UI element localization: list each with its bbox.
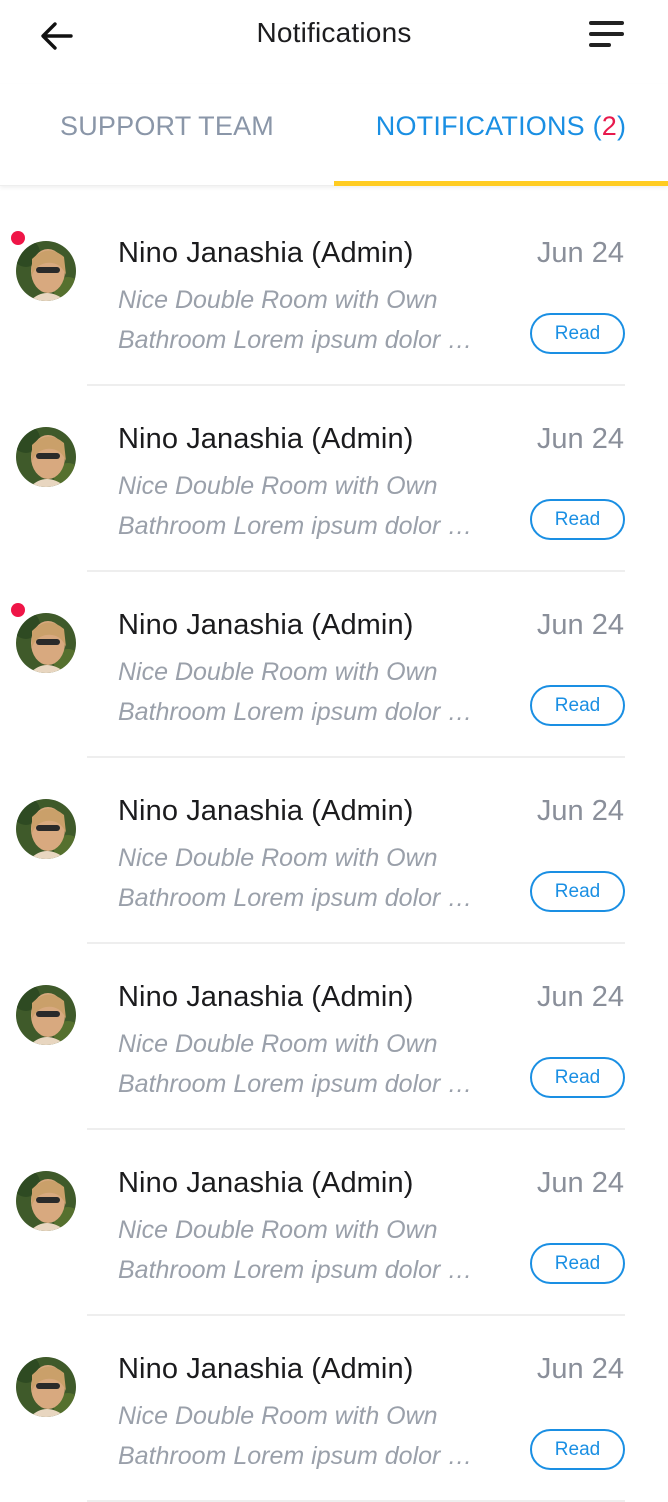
message-line-1: Nice Double Room with Own [118, 472, 438, 500]
avatar [16, 427, 76, 487]
message-line-2: Bathroom Lorem ipsum dolor sit amet [118, 698, 478, 726]
notification-item[interactable]: Nino Janashia (Admin) Jun 24 Nice Double… [0, 1316, 668, 1502]
message-line-1: Nice Double Room with Own [118, 1030, 438, 1058]
message-line-2: Bathroom Lorem ipsum dolor sit amet [118, 512, 478, 540]
message-line-1: Nice Double Room with Own [118, 658, 438, 686]
notification-date: Jun 24 [536, 423, 624, 455]
sender-name: Nino Janashia (Admin) [118, 981, 414, 1013]
notification-list: Nino Janashia (Admin) Jun 24 Nice Double… [0, 200, 668, 1502]
tab-bar: SUPPORT TEAM NOTIFICATIONS (2) [0, 84, 668, 186]
avatar [16, 613, 76, 673]
tab-notifications[interactable]: NOTIFICATIONS (2) [334, 84, 668, 186]
message-line-2: Bathroom Lorem ipsum dolor sit amet [118, 884, 478, 912]
avatar [16, 1357, 76, 1417]
avatar [16, 1171, 76, 1231]
notification-date: Jun 24 [536, 1353, 624, 1385]
message-line-2: Bathroom Lorem ipsum dolor sit amet [118, 1070, 478, 1098]
avatar [16, 985, 76, 1045]
read-button[interactable]: Read [530, 313, 625, 354]
message-line-1: Nice Double Room with Own [118, 1402, 438, 1430]
sender-name: Nino Janashia (Admin) [118, 1353, 414, 1385]
message-line-2: Bathroom Lorem ipsum dolor sit amet [118, 1256, 478, 1284]
read-button[interactable]: Read [530, 1243, 625, 1284]
active-tab-indicator [334, 181, 668, 186]
notification-date: Jun 24 [536, 981, 624, 1013]
sender-name: Nino Janashia (Admin) [118, 1167, 414, 1199]
tab-support-label: SUPPORT TEAM [60, 110, 274, 141]
notification-item[interactable]: Nino Janashia (Admin) Jun 24 Nice Double… [0, 758, 668, 944]
app-header: Notifications [0, 0, 668, 72]
sender-name: Nino Janashia (Admin) [118, 609, 414, 641]
notification-item[interactable]: Nino Janashia (Admin) Jun 24 Nice Double… [0, 200, 668, 386]
read-button[interactable]: Read [530, 499, 625, 540]
tab-notifications-close: ) [617, 110, 627, 141]
notification-item[interactable]: Nino Janashia (Admin) Jun 24 Nice Double… [0, 386, 668, 572]
message-preview: Nice Double Room with Own Bathroom Lorem… [118, 466, 478, 546]
message-preview: Nice Double Room with Own Bathroom Lorem… [118, 1396, 478, 1476]
read-button[interactable]: Read [530, 685, 625, 726]
menu-icon [589, 21, 624, 47]
message-line-1: Nice Double Room with Own [118, 286, 438, 314]
message-line-2: Bathroom Lorem ipsum dolor sit amet [118, 326, 478, 354]
notification-date: Jun 24 [536, 609, 624, 641]
message-preview: Nice Double Room with Own Bathroom Lorem… [118, 280, 478, 360]
tab-support-team[interactable]: SUPPORT TEAM [0, 84, 334, 186]
unread-indicator [11, 231, 25, 245]
message-preview: Nice Double Room with Own Bathroom Lorem… [118, 1210, 478, 1290]
avatar [16, 799, 76, 859]
read-button[interactable]: Read [530, 1057, 625, 1098]
sender-name: Nino Janashia (Admin) [118, 795, 414, 827]
menu-button[interactable] [586, 16, 628, 52]
notification-item[interactable]: Nino Janashia (Admin) Jun 24 Nice Double… [0, 572, 668, 758]
notification-date: Jun 24 [536, 237, 624, 269]
read-button[interactable]: Read [530, 871, 625, 912]
notification-date: Jun 24 [536, 795, 624, 827]
notification-item[interactable]: Nino Janashia (Admin) Jun 24 Nice Double… [0, 1130, 668, 1316]
message-preview: Nice Double Room with Own Bathroom Lorem… [118, 1024, 478, 1104]
tab-notifications-label: NOTIFICATIONS ( [375, 110, 602, 141]
message-line-2: Bathroom Lorem ipsum dolor sit amet [118, 1442, 478, 1470]
message-line-1: Nice Double Room with Own [118, 844, 438, 872]
message-line-1: Nice Double Room with Own [118, 1216, 438, 1244]
sender-name: Nino Janashia (Admin) [118, 423, 414, 455]
notification-item[interactable]: Nino Janashia (Admin) Jun 24 Nice Double… [0, 944, 668, 1130]
message-preview: Nice Double Room with Own Bathroom Lorem… [118, 652, 478, 732]
notification-date: Jun 24 [536, 1167, 624, 1199]
page-title: Notifications [256, 17, 412, 48]
notification-count-badge: 2 [601, 110, 617, 141]
unread-indicator [11, 603, 25, 617]
message-preview: Nice Double Room with Own Bathroom Lorem… [118, 838, 478, 918]
avatar [16, 241, 76, 301]
read-button[interactable]: Read [530, 1429, 625, 1470]
sender-name: Nino Janashia (Admin) [118, 237, 414, 269]
